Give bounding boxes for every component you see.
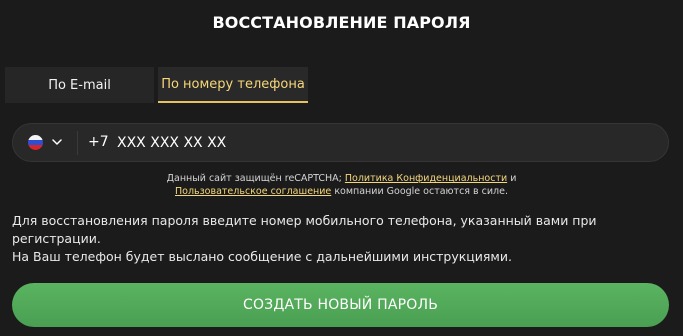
- instructions-line-2: На Ваш телефон будет выслано сообщение с…: [12, 249, 512, 264]
- instructions-line-1: Для восстановления пароля введите номер …: [12, 213, 597, 246]
- country-code: +7: [88, 134, 109, 150]
- chevron-down-icon: [52, 139, 62, 145]
- terms-link[interactable]: Пользовательское соглашение: [175, 186, 331, 197]
- recaptcha-notice: Данный сайт защищён reCAPTCHA; Политика …: [0, 172, 683, 198]
- flag-ru-icon: [28, 135, 43, 150]
- recaptcha-and: и: [510, 173, 517, 184]
- recaptcha-suffix: компании Google остаются в силе.: [334, 186, 508, 197]
- country-selector[interactable]: [28, 135, 62, 150]
- field-divider: [77, 131, 78, 155]
- page-title: ВОССТАНОВЛЕНИЕ ПАРОЛЯ: [212, 13, 471, 32]
- create-new-password-button[interactable]: СОЗДАТЬ НОВЫЙ ПАРОЛЬ: [12, 283, 669, 327]
- phone-input[interactable]: [117, 128, 517, 158]
- instructions: Для восстановления пароля введите номер …: [12, 212, 652, 266]
- recaptcha-prefix: Данный сайт защищён reCAPTCHA;: [166, 173, 342, 184]
- recovery-method-tabs: По E-mail По номеру телефона: [5, 67, 308, 103]
- privacy-policy-link[interactable]: Политика Конфиденциальности: [345, 173, 507, 184]
- tab-phone[interactable]: По номеру телефона: [158, 67, 308, 103]
- tab-email[interactable]: По E-mail: [5, 67, 154, 103]
- phone-field: +7: [12, 123, 669, 162]
